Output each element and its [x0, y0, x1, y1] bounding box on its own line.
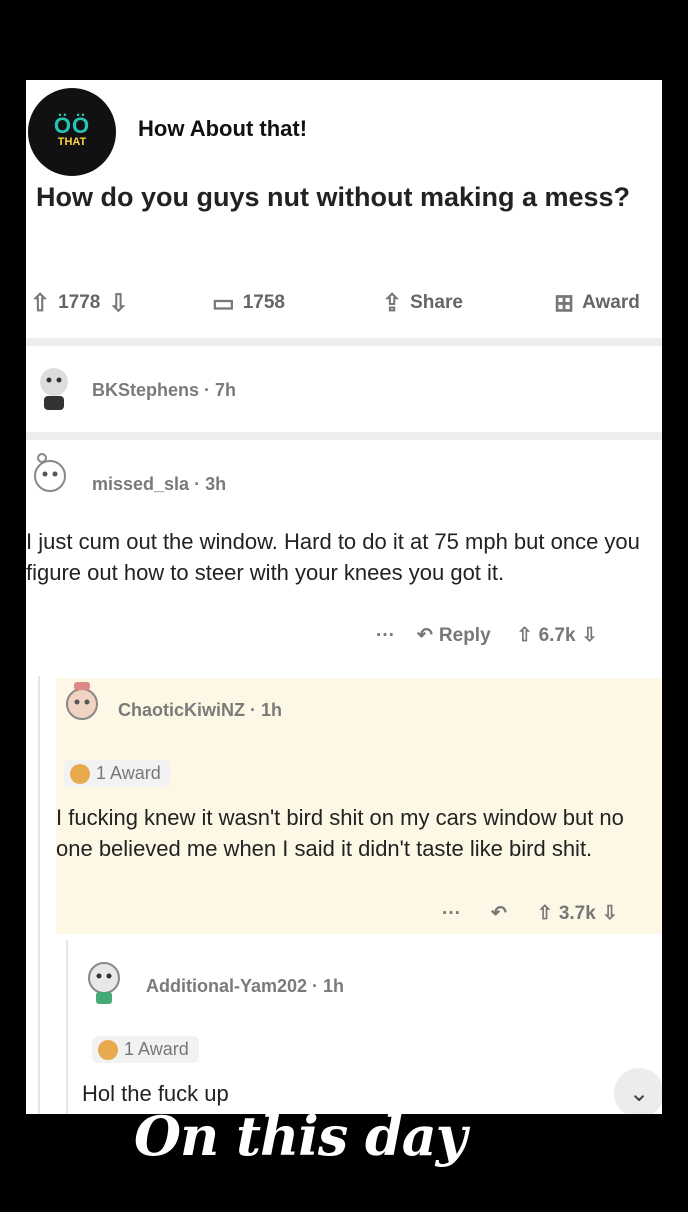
- award-count: 1 Award: [124, 1039, 189, 1059]
- downvote-arrow-icon[interactable]: ⇩: [108, 289, 128, 318]
- comment-time: 3h: [205, 474, 227, 494]
- upvote-arrow-icon[interactable]: ⇧: [30, 289, 50, 318]
- award-coin-icon: [98, 1039, 118, 1060]
- more-options[interactable]: ···: [442, 903, 461, 925]
- comment-author[interactable]: Additional-Yam202: [146, 976, 307, 996]
- channel-logo-glyph: ÖÖ: [53, 113, 91, 138]
- chevron-down-icon: ⌄: [628, 1079, 650, 1107]
- comment-author[interactable]: missed_sla: [92, 474, 189, 494]
- award-badge[interactable]: 1 Award: [64, 760, 171, 787]
- award-button[interactable]: ⊞ Award: [554, 288, 640, 318]
- comment-header: Additional-Yam202 · 1h: [146, 976, 345, 996]
- share-label: Share: [410, 292, 463, 313]
- reply-arrow-icon[interactable]: ↶: [491, 902, 507, 925]
- channel-name[interactable]: How About that!: [138, 116, 307, 142]
- avatar-additional-yam202[interactable]: [82, 952, 126, 1006]
- award-coin-icon: [70, 763, 90, 784]
- award-count: 1 Award: [96, 763, 161, 783]
- thread-line[interactable]: [66, 940, 68, 1114]
- comment-time: 1h: [261, 700, 283, 720]
- comment-actions: ··· ↶ ⇧ 3.7k ⇩: [442, 902, 618, 925]
- comment-score: 3.7k: [558, 902, 596, 924]
- share-icon: ⇪: [382, 289, 403, 317]
- channel-logo-text: THAT: [57, 136, 87, 148]
- channel-avatar[interactable]: ÖÖ THAT: [28, 88, 116, 176]
- avatar-chaotickiwinz[interactable]: [60, 678, 104, 732]
- upvote-count: 1778: [58, 292, 101, 313]
- upvote-arrow-icon[interactable]: ⇧: [537, 902, 553, 925]
- more-options[interactable]: ···: [376, 625, 395, 647]
- comment-author[interactable]: BKStephens: [92, 380, 199, 400]
- downvote-arrow-icon[interactable]: ⇩: [582, 624, 598, 647]
- comment-score: 6.7k: [538, 624, 576, 646]
- gift-award-icon: ⊞: [554, 289, 575, 317]
- avatar-missed-sla[interactable]: [28, 452, 72, 506]
- reply-arrow-icon[interactable]: ↶: [417, 624, 433, 647]
- comment-time: 1h: [323, 976, 345, 996]
- comments-button[interactable]: ▭ 1758: [212, 288, 285, 318]
- upvote-arrow-icon[interactable]: ⇧: [517, 624, 533, 647]
- comment-time: 7h: [215, 380, 237, 400]
- comment-body: I fucking knew it wasn't bird shit on my…: [56, 805, 624, 861]
- collapse-button[interactable]: ⌄: [614, 1068, 662, 1114]
- comment-actions: ··· ↶ Reply ⇧ 6.7k ⇩: [376, 624, 597, 647]
- divider: [26, 338, 662, 346]
- comment-body: I just cum out the window. Hard to do it…: [26, 529, 640, 585]
- comment-header: ChaoticKiwiNZ · 1h: [118, 700, 283, 720]
- thread-line[interactable]: [38, 676, 40, 1114]
- comment-count: 1758: [242, 292, 285, 313]
- award-label: Award: [582, 292, 640, 313]
- reddit-post-card: ÖÖ THAT How About that! How do you guys …: [26, 80, 662, 1114]
- award-badge[interactable]: 1 Award: [92, 1036, 199, 1063]
- downvote-arrow-icon[interactable]: ⇩: [602, 902, 618, 925]
- comment-author[interactable]: ChaoticKiwiNZ: [118, 700, 245, 720]
- vote-group: ⇧ 1778 ⇩: [30, 288, 137, 318]
- comment-header: BKStephens · 7h: [92, 380, 237, 400]
- post-title: How do you guys nut without making a mes…: [36, 182, 631, 212]
- share-button[interactable]: ⇪ Share: [382, 288, 463, 318]
- video-caption: On this day: [134, 1104, 467, 1168]
- comment-header: missed_sla · 3h: [92, 474, 227, 494]
- comment-bubble-icon: ▭: [212, 289, 235, 317]
- avatar-bkstephens[interactable]: [32, 358, 76, 412]
- reply-label[interactable]: Reply: [439, 625, 491, 647]
- divider: [26, 432, 662, 440]
